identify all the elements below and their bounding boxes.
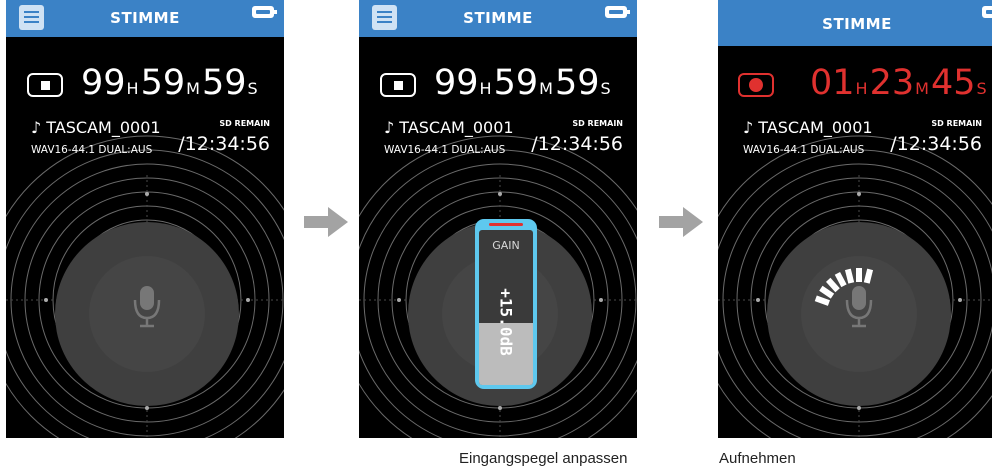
- gain-label: GAIN: [492, 239, 520, 252]
- right-arrow-icon: [659, 207, 703, 237]
- file-name: ♪ TASCAM_0001: [743, 118, 873, 137]
- gain-slider-track[interactable]: GAIN +15.0dB: [479, 230, 533, 385]
- header-bar: STIMME: [6, 0, 284, 37]
- sd-remain-label: SD REMAIN: [572, 119, 623, 128]
- time-counter: 99H59M59S: [81, 63, 258, 103]
- preset-title: STIMME: [463, 9, 533, 27]
- preset-title: STIMME: [110, 9, 180, 27]
- stop-icon[interactable]: [380, 73, 416, 97]
- sd-remain-label: SD REMAIN: [219, 119, 270, 128]
- file-name: ♪ TASCAM_0001: [31, 118, 161, 137]
- sd-remain-label: SD REMAIN: [931, 119, 982, 128]
- screen-recording: STIMME 01H23M45S ♪ TASCAM_0001 WAV16-44.…: [718, 0, 992, 438]
- recording-format: WAV16-44.1 DUAL:AUS: [743, 144, 865, 156]
- recording-format: WAV16-44.1 DUAL:AUS: [384, 144, 506, 156]
- gain-value: +15.0dB: [496, 288, 516, 356]
- preset-title: STIMME: [822, 15, 892, 33]
- battery-icon: [252, 6, 277, 18]
- time-counter: 99H59M59S: [434, 63, 611, 103]
- screen-idle: STIMME 99H59M59S ♪ TASCAM_0001 WAV16-44.…: [6, 0, 284, 438]
- sd-remain-time: /12:34:56: [531, 133, 623, 155]
- right-arrow-icon: [304, 207, 348, 237]
- caption-record: Aufnehmen: [719, 450, 796, 467]
- header-bar: STIMME: [359, 0, 637, 37]
- sd-remain-time: /12:34:56: [890, 133, 982, 155]
- caption-adjust-level: Eingangspegel anpassen: [459, 450, 628, 467]
- battery-icon: [605, 6, 630, 18]
- gain-slider[interactable]: GAIN +15.0dB: [475, 219, 537, 389]
- gain-slider-handle[interactable]: [489, 223, 523, 226]
- level-segment: [863, 268, 874, 284]
- screen-gain-adjust: STIMME 99H59M59S ♪ TASCAM_0001 WAV16-44.…: [359, 0, 637, 438]
- sd-remain-time: /12:34:56: [178, 133, 270, 155]
- battery-icon: [982, 6, 992, 18]
- header-bar: STIMME: [718, 0, 992, 46]
- recording-format: WAV16-44.1 DUAL:AUS: [31, 144, 153, 156]
- level-segment: [844, 268, 855, 284]
- dial-inner: [89, 256, 205, 372]
- time-counter: 01H23M45S: [810, 63, 987, 103]
- record-icon[interactable]: [738, 73, 774, 97]
- file-name: ♪ TASCAM_0001: [384, 118, 514, 137]
- stop-icon[interactable]: [27, 73, 63, 97]
